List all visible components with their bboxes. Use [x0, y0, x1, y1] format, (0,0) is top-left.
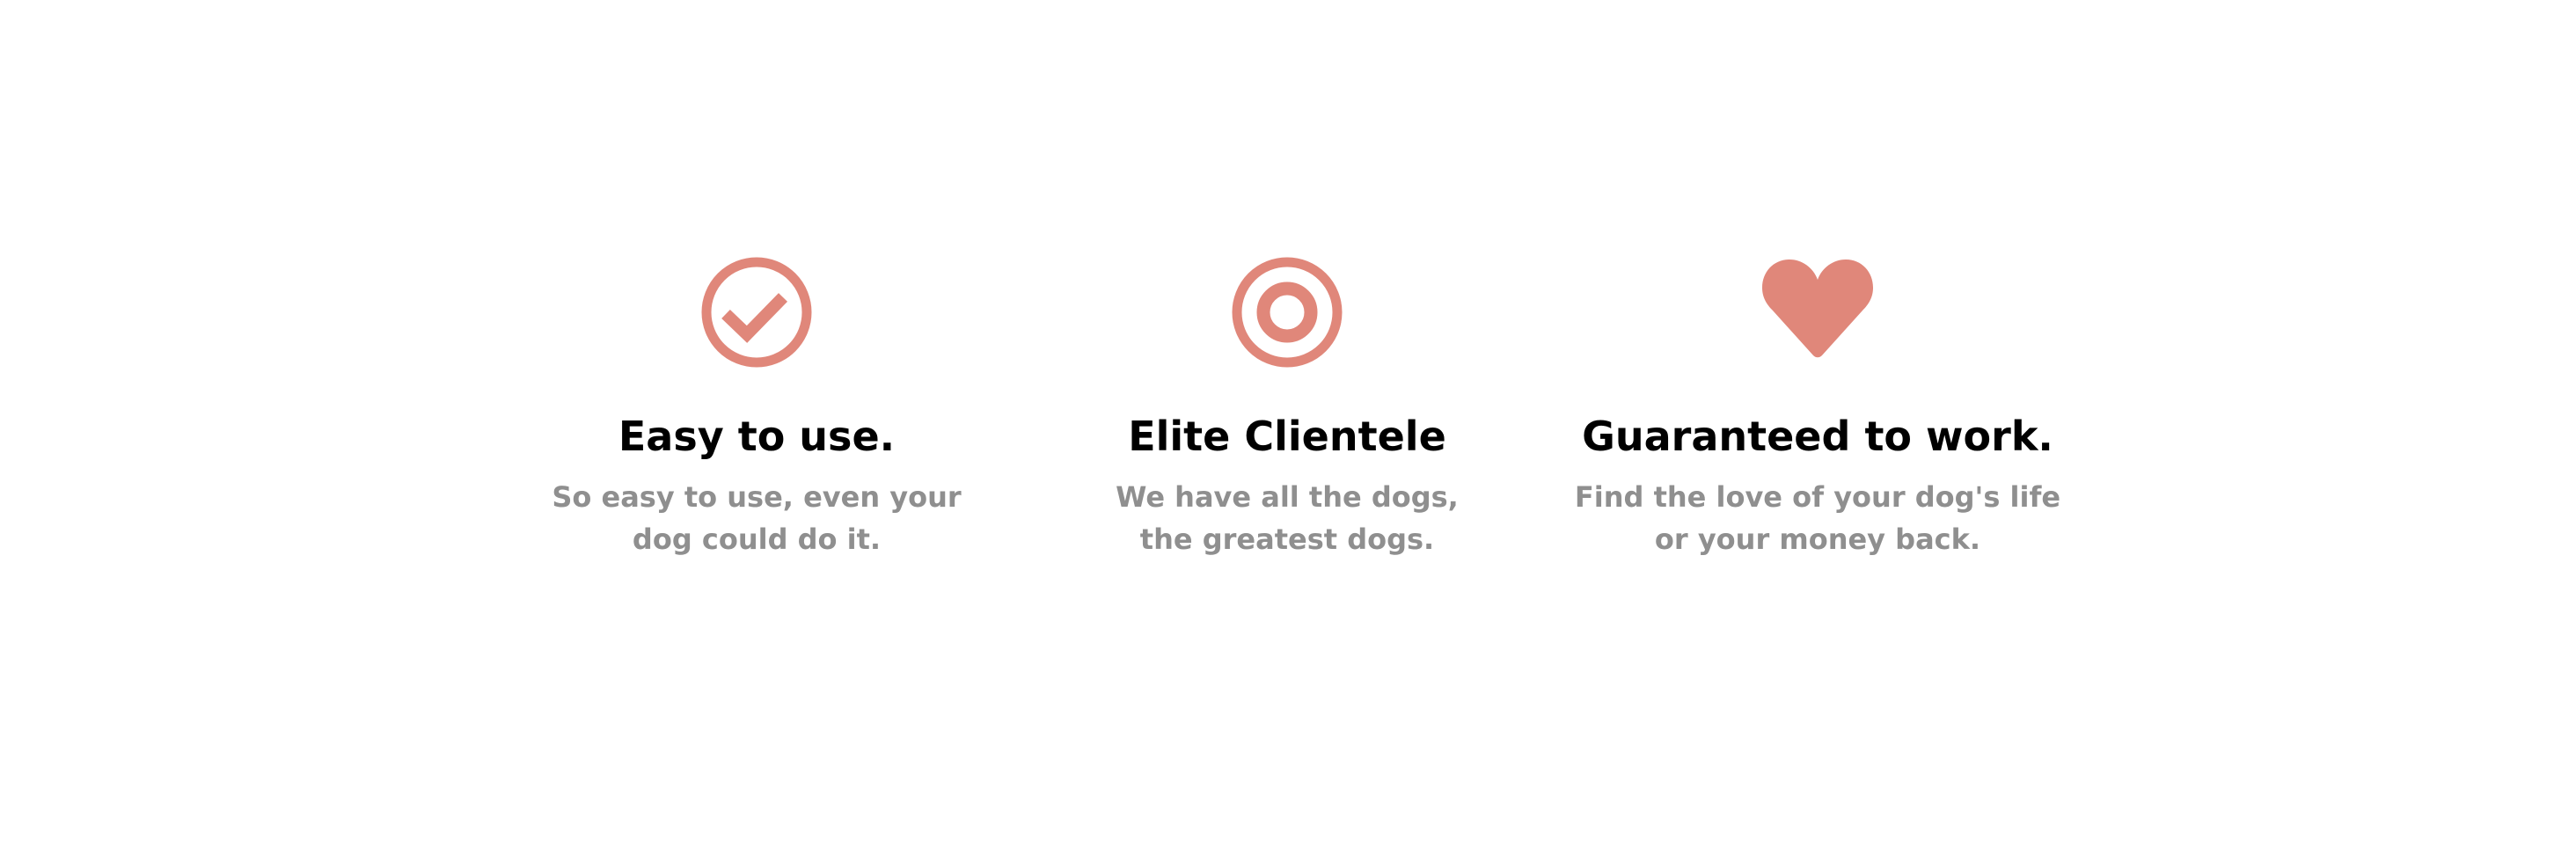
- feature-description: Find the love of your dog's life or your…: [1574, 479, 2061, 556]
- feature-title: Guaranteed to work.: [1582, 413, 2053, 460]
- feature-easy-to-use: Easy to use. So easy to use, even your d…: [493, 255, 1021, 560]
- feature-title: Elite Clientele: [1128, 413, 1446, 460]
- check-circle-icon: [701, 257, 812, 368]
- target-icon: [1232, 257, 1343, 368]
- features-section: Easy to use. So easy to use, even your d…: [0, 0, 2576, 848]
- feature-description: So easy to use, even your dog could do i…: [552, 479, 962, 556]
- feature-guaranteed: Guaranteed to work. Find the love of you…: [1554, 255, 2082, 560]
- feature-description: We have all the dogs, the greatest dogs.: [1116, 479, 1459, 556]
- feature-elite-clientele: Elite Clientele We have all the dogs, th…: [1023, 255, 1551, 560]
- heart-icon: [1762, 260, 1873, 358]
- feature-title: Easy to use.: [618, 413, 896, 460]
